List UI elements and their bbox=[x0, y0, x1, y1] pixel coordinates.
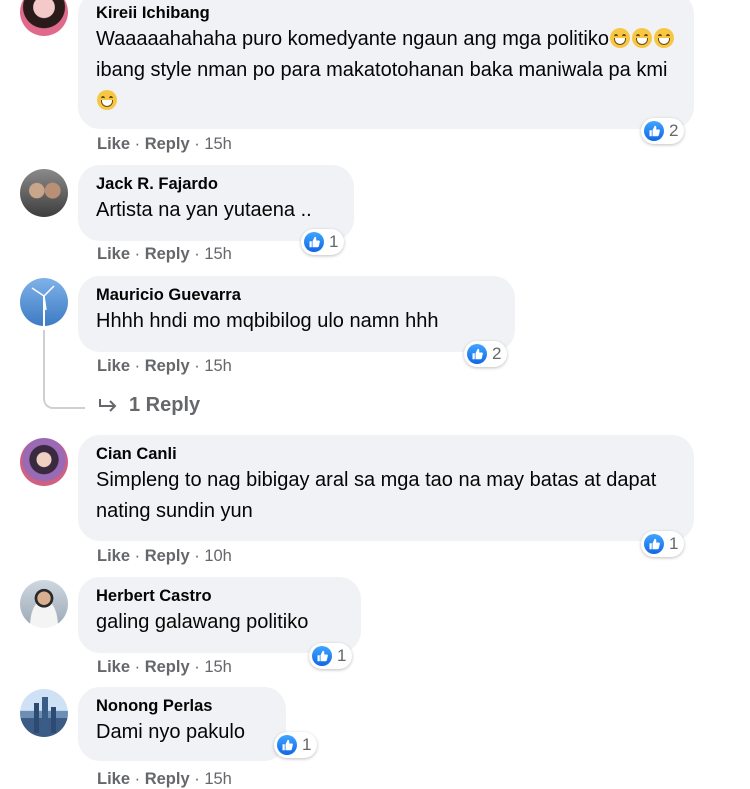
reaction-count[interactable]: 1 bbox=[309, 643, 353, 669]
comment-text: Artista na yan yutaena .. bbox=[96, 199, 312, 221]
reaction-count[interactable]: 2 bbox=[641, 118, 685, 144]
comment-text: Dami nyo pakulo bbox=[96, 721, 245, 743]
reaction-count[interactable]: 1 bbox=[641, 531, 685, 557]
grinning-emoji-icon bbox=[653, 28, 674, 48]
timestamp[interactable]: 10h bbox=[204, 547, 232, 565]
comment-text: Waaaaahahaha puro komedyante ngaun ang m… bbox=[96, 24, 676, 117]
reaction-number: 1 bbox=[302, 735, 312, 754]
like-button[interactable]: Like bbox=[97, 658, 130, 676]
view-replies-link[interactable]: 1 Reply bbox=[97, 394, 200, 417]
comment-bubble: Kireii Ichibang Waaaaahahaha puro komedy… bbox=[78, 0, 694, 129]
comment-bubble: Herbert Castro galing galawang politiko bbox=[78, 577, 361, 653]
like-button[interactable]: Like bbox=[97, 245, 130, 263]
reaction-number: 2 bbox=[669, 121, 679, 140]
reaction-number: 1 bbox=[329, 232, 339, 251]
timestamp[interactable]: 15h bbox=[204, 770, 232, 788]
comment-text: galing galawang politiko bbox=[96, 611, 309, 633]
laughing-emoji-icon bbox=[631, 28, 652, 48]
reaction-number: 1 bbox=[669, 534, 679, 553]
comment-author[interactable]: Mauricio Guevarra bbox=[96, 284, 497, 306]
avatar[interactable] bbox=[20, 580, 68, 628]
avatar[interactable] bbox=[20, 0, 68, 36]
reply-button[interactable]: Reply bbox=[145, 135, 190, 153]
avatar[interactable] bbox=[20, 438, 68, 486]
timestamp[interactable]: 15h bbox=[204, 245, 232, 263]
comment-author[interactable]: Jack R. Fajardo bbox=[96, 173, 336, 195]
like-button[interactable]: Like bbox=[97, 357, 130, 375]
comment-bubble: Mauricio Guevarra Hhhh hndi mo mqbibilog… bbox=[78, 276, 515, 352]
avatar[interactable] bbox=[20, 169, 68, 217]
like-reaction-icon bbox=[277, 735, 297, 755]
reply-button[interactable]: Reply bbox=[145, 770, 190, 788]
grinning-emoji-icon bbox=[97, 90, 117, 110]
timestamp[interactable]: 15h bbox=[204, 658, 232, 676]
comment-author[interactable]: Nonong Perlas bbox=[96, 695, 268, 717]
replies-count-label: 1 Reply bbox=[129, 394, 201, 416]
reaction-number: 2 bbox=[492, 344, 502, 363]
reaction-count[interactable]: 1 bbox=[301, 229, 345, 255]
comment-bubble: Nonong Perlas Dami nyo pakulo bbox=[78, 687, 286, 761]
reply-button[interactable]: Reply bbox=[145, 658, 190, 676]
thread-connector bbox=[43, 330, 85, 409]
comment-text-part: ibang style nman po para makatotohanan b… bbox=[96, 59, 668, 81]
reaction-number: 1 bbox=[337, 646, 347, 665]
like-reaction-icon bbox=[644, 534, 664, 554]
comment-author[interactable]: Cian Canli bbox=[96, 443, 676, 465]
avatar[interactable] bbox=[20, 689, 68, 737]
timestamp[interactable]: 15h bbox=[204, 135, 232, 153]
like-button[interactable]: Like bbox=[97, 135, 130, 153]
comment-actions: Like · Reply · 10h bbox=[97, 547, 232, 565]
grinning-emoji-icon bbox=[609, 28, 630, 48]
comment-text: Hhhh hndi mo mqbibilog ulo namn hhh bbox=[96, 310, 439, 332]
avatar[interactable] bbox=[20, 278, 68, 326]
comment-actions: Like · Reply · 15h bbox=[97, 135, 232, 153]
reply-button[interactable]: Reply bbox=[145, 245, 190, 263]
comment-author[interactable]: Kireii Ichibang bbox=[96, 2, 676, 24]
comment-bubble: Cian Canli Simpleng to nag bibigay aral … bbox=[78, 435, 694, 541]
like-reaction-icon bbox=[312, 646, 332, 666]
like-reaction-icon bbox=[644, 121, 664, 141]
timestamp[interactable]: 15h bbox=[204, 357, 232, 375]
like-reaction-icon bbox=[304, 232, 324, 252]
like-button[interactable]: Like bbox=[97, 770, 130, 788]
comment-text-part: Waaaaahahaha puro komedyante ngaun ang m… bbox=[96, 28, 609, 50]
reaction-count[interactable]: 2 bbox=[464, 341, 508, 367]
reply-arrow-icon bbox=[99, 398, 117, 412]
comment-actions: Like · Reply · 15h bbox=[97, 770, 232, 788]
reply-button[interactable]: Reply bbox=[145, 357, 190, 375]
comment-actions: Like · Reply · 15h bbox=[97, 245, 232, 263]
like-reaction-icon bbox=[467, 344, 487, 364]
reply-button[interactable]: Reply bbox=[145, 547, 190, 565]
comment-actions: Like · Reply · 15h bbox=[97, 357, 232, 375]
reaction-count[interactable]: 1 bbox=[274, 732, 318, 758]
like-button[interactable]: Like bbox=[97, 547, 130, 565]
comment-actions: Like · Reply · 15h bbox=[97, 658, 232, 676]
comment-text: Simpleng to nag bibigay aral sa mga tao … bbox=[96, 469, 657, 522]
comment-author[interactable]: Herbert Castro bbox=[96, 585, 343, 607]
